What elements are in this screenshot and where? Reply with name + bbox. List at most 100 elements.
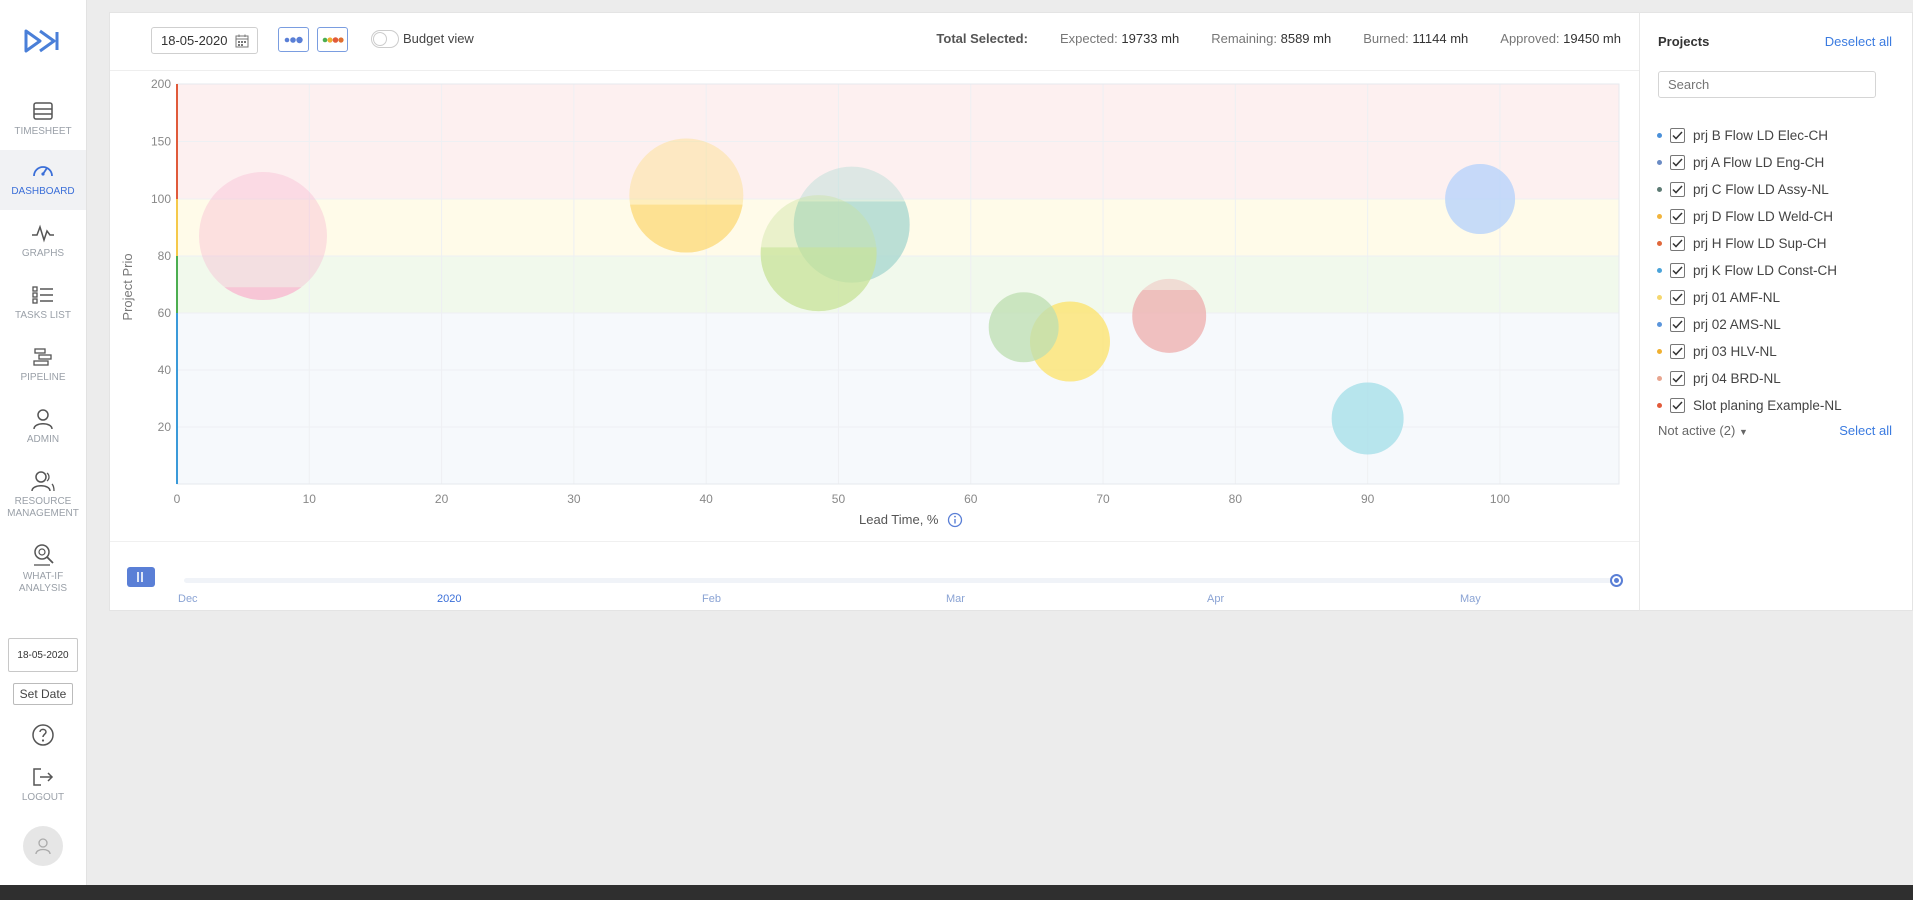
sidebar-date-field[interactable]: 18-05-2020 [8, 638, 78, 672]
info-icon[interactable] [947, 512, 963, 528]
not-active-dropdown[interactable]: Not active (2) ▼ [1658, 423, 1748, 438]
checkmark-icon [1672, 238, 1683, 248]
stats-summary: Total Selected: Expected: 19733 mh Remai… [904, 31, 1621, 46]
project-checkbox[interactable] [1670, 154, 1685, 170]
project-item[interactable]: prj C Flow LD Assy-NL [1657, 178, 1829, 200]
project-checkbox[interactable] [1670, 289, 1685, 305]
project-color-dot [1657, 240, 1662, 246]
search-input[interactable] [1658, 71, 1876, 98]
app-logo-icon[interactable] [22, 26, 62, 56]
project-item[interactable]: prj 03 HLV-NL [1657, 340, 1777, 362]
nav-item-admin[interactable]: ADMIN [0, 398, 86, 458]
timeline-label: Apr [1207, 593, 1225, 605]
y-tick-label: 40 [158, 363, 172, 377]
timeline-handle[interactable] [1610, 574, 1623, 587]
x-tick-label: 30 [567, 492, 581, 506]
project-color-dot [1657, 267, 1662, 273]
timeline-label: May [1460, 593, 1481, 605]
logout-button[interactable]: LOGOUT [0, 766, 86, 803]
project-checkbox[interactable] [1670, 262, 1685, 278]
project-checkbox[interactable] [1670, 343, 1685, 359]
project-checkbox[interactable] [1670, 208, 1685, 224]
nav-item-dashboard[interactable]: DASHBOARD [0, 150, 86, 210]
project-item[interactable]: Slot planing Example-NL [1657, 394, 1842, 416]
approved-stat: Approved: 19450 mh [1500, 31, 1621, 46]
y-tick-label: 20 [158, 420, 172, 434]
checkmark-icon [1672, 319, 1683, 329]
help-icon[interactable] [30, 722, 56, 748]
project-item[interactable]: prj 02 AMS-NL [1657, 313, 1781, 335]
dots-color-icon [322, 36, 344, 43]
y-axis-label: Project Prio [120, 253, 135, 320]
checkmark-icon [1672, 184, 1683, 194]
nav-item-what-if-analysis[interactable]: WHAT-IF ANALYSIS [0, 533, 86, 599]
date-input-value: 18-05-2020 [161, 33, 228, 48]
project-item[interactable]: prj 04 BRD-NL [1657, 367, 1781, 389]
project-color-dot [1657, 186, 1662, 192]
x-tick-label: 100 [1490, 492, 1510, 506]
project-item[interactable]: prj K Flow LD Const-CH [1657, 259, 1837, 281]
project-color-dot [1657, 348, 1662, 354]
checkmark-icon [1672, 211, 1683, 221]
date-input[interactable]: 18-05-2020 [151, 27, 258, 54]
project-name: prj 02 AMS-NL [1693, 316, 1781, 332]
timeline-label: Dec [178, 593, 198, 605]
project-checkbox[interactable] [1670, 316, 1685, 332]
budget-view-toggle[interactable] [371, 30, 399, 48]
x-tick-label: 50 [832, 492, 846, 506]
nav-item-graphs[interactable]: GRAPHS [0, 212, 86, 272]
toolbar: 18-05-2020 Budget view Total Selected: E… [110, 13, 1639, 71]
project-checkbox[interactable] [1670, 370, 1685, 386]
nav-label: GRAPHS [21, 248, 65, 259]
x-tick-label: 10 [303, 492, 317, 506]
project-name: prj B Flow LD Elec-CH [1693, 127, 1829, 143]
burned-stat: Burned: 11144 mh [1363, 31, 1469, 46]
nav-label: TASKS LIST [15, 310, 71, 321]
checkmark-icon [1672, 130, 1683, 140]
project-name: prj 03 HLV-NL [1693, 343, 1777, 359]
y-tick-label: 60 [158, 306, 172, 320]
calendar-icon[interactable] [235, 34, 249, 48]
project-item[interactable]: prj H Flow LD Sup-CH [1657, 232, 1827, 254]
x-tick-label: 0 [174, 492, 181, 506]
dots-mono-icon [284, 36, 303, 43]
nav-label: ADMIN [26, 434, 60, 445]
project-item[interactable]: prj D Flow LD Weld-CH [1657, 205, 1833, 227]
deselect-all-link[interactable]: Deselect all [1825, 34, 1892, 49]
bubble-chart[interactable]: 204060801001502000 10 20 30 40 50 60 70 80 90 100 … [110, 71, 1639, 511]
project-checkbox[interactable] [1670, 181, 1685, 197]
dashboard-icon [33, 166, 53, 177]
single-color-mode-button[interactable] [278, 27, 309, 52]
bubble-fill [1331, 382, 1404, 455]
project-item[interactable]: prj A Flow LD Eng-CH [1657, 151, 1824, 173]
project-checkbox[interactable] [1670, 127, 1685, 143]
timeline: Dec 2020 Feb Mar Apr May [110, 541, 1639, 611]
project-item[interactable]: prj B Flow LD Elec-CH [1657, 124, 1828, 146]
priority-band [177, 256, 1619, 313]
y-tick-label: 80 [158, 249, 172, 263]
avatar[interactable] [23, 826, 63, 866]
timeline-track[interactable] [184, 578, 1617, 583]
project-item[interactable]: prj 01 AMF-NL [1657, 286, 1780, 308]
x-tick-label: 90 [1361, 492, 1375, 506]
nav-item-resource-management[interactable]: RESOURCE MANAGEMENT [0, 460, 86, 526]
checkmark-icon [1672, 346, 1683, 356]
budget-view-label: Budget view [403, 31, 474, 46]
remaining-stat: Remaining: 8589 mh [1211, 31, 1332, 46]
play-button[interactable] [127, 567, 155, 587]
nav-item-tasks-list[interactable]: TASKS LIST [0, 274, 86, 334]
multi-color-mode-button[interactable] [317, 27, 348, 52]
checkmark-icon [1672, 373, 1683, 383]
project-checkbox[interactable] [1670, 397, 1685, 413]
project-checkbox[interactable] [1670, 235, 1685, 251]
nav-item-pipeline[interactable]: PIPELINE [0, 336, 86, 396]
timeline-label: 2020 [437, 593, 462, 605]
y-tick-label: 150 [151, 135, 171, 149]
set-date-button[interactable]: Set Date [13, 683, 73, 705]
checkmark-icon [1672, 157, 1683, 167]
x-tick-label: 20 [435, 492, 449, 506]
select-all-link[interactable]: Select all [1839, 423, 1892, 438]
projects-panel: Projects Deselect all prj B Flow LD Elec… [1639, 12, 1913, 611]
nav-item-timesheet[interactable]: TIMESHEET [0, 90, 86, 150]
nav-label: PIPELINE [20, 372, 66, 383]
